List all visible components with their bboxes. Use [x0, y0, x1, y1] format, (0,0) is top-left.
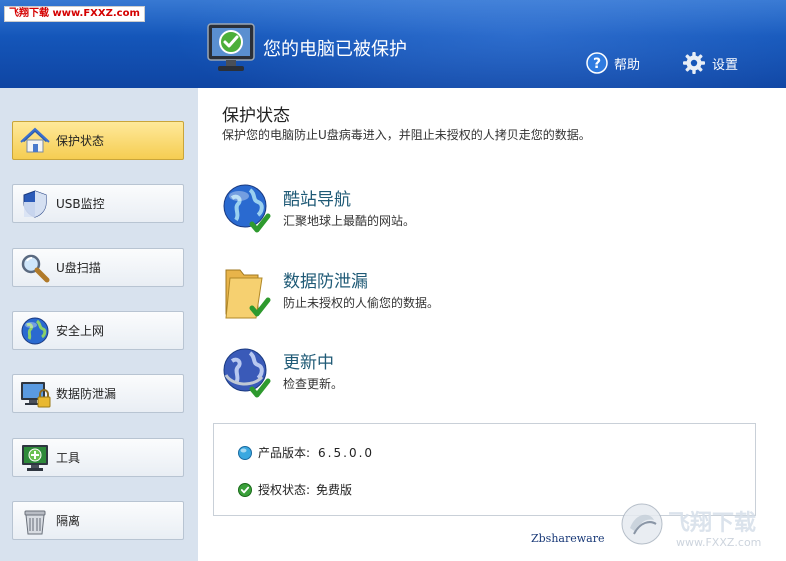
feature-desc: 汇聚地球上最酷的网站。 — [283, 214, 416, 228]
sidebar-item-label: U盘扫描 — [56, 261, 101, 275]
sidebar-item-safe-browsing[interactable]: 安全上网 — [12, 311, 184, 350]
sidebar-item-label: 安全上网 — [56, 324, 105, 338]
globe-icon — [21, 317, 49, 344]
page-subtitle: 保护您的电脑防止U盘病毒进入，并阻止未授权的人拷贝走您的数据。 — [222, 128, 591, 142]
settings-label: 设置 — [712, 57, 739, 73]
trash-bin-icon — [24, 510, 46, 534]
check-circle-icon — [238, 482, 252, 497]
zbshareware-link[interactable]: Zbshareware — [531, 532, 604, 545]
feature-cool-sites: 酷站导航 汇聚地球上最酷的网站。 — [222, 182, 622, 242]
folder-check-icon — [225, 269, 271, 319]
sidebar-item-protection-status[interactable]: 保护状态 — [12, 121, 184, 160]
globe-check-icon — [223, 184, 271, 233]
help-icon: ? — [586, 52, 608, 74]
header-bar: 飞翔下载 www.FXXZ.com 您的电脑已被保护 ? 帮助 设置 — [0, 0, 786, 88]
shield-icon — [23, 189, 47, 218]
sidebar-item-label: 保护状态 — [56, 134, 105, 148]
sidebar-item-data-leak-prevention[interactable]: 数据防泄漏 — [12, 374, 184, 413]
license-label: 授权状态: — [258, 483, 311, 497]
license-value: 免费版 — [316, 483, 353, 497]
fxxz-watermark-logo: 飞翔下载 www.FXXZ.com — [621, 503, 761, 549]
sidebar-item-label: 数据防泄漏 — [56, 387, 117, 401]
version-value: 6.5.0.0 — [318, 445, 375, 460]
gear-icon — [683, 52, 705, 74]
house-shield-icon — [20, 127, 50, 152]
feature-title: 酷站导航 — [283, 190, 351, 210]
license-row: 授权状态: 免费版 — [238, 481, 352, 498]
svg-text:?: ? — [593, 56, 601, 72]
help-button[interactable]: ? 帮助 — [586, 50, 640, 76]
feature-title: 更新中 — [283, 353, 334, 373]
watermark-cn-text: 飞翔下载 — [668, 510, 756, 536]
info-dot-icon — [238, 445, 252, 460]
watermark-badge: 飞翔下载 www.FXXZ.com — [4, 6, 145, 22]
watermark-url-text: www.FXXZ.com — [676, 536, 761, 549]
monitor-lock-icon — [21, 381, 51, 407]
help-label: 帮助 — [614, 57, 641, 73]
sidebar-item-label: 工具 — [56, 451, 81, 465]
protected-monitor-icon — [207, 23, 255, 71]
sidebar-item-label: 隔离 — [56, 514, 81, 528]
sidebar-item-label: USB监控 — [56, 197, 105, 211]
main-panel: 保护状态 保护您的电脑防止U盘病毒进入，并阻止未授权的人拷贝走您的数据。 酷站导… — [198, 88, 786, 561]
sidebar-item-tools[interactable]: 工具 — [12, 438, 184, 477]
feature-data-leak: 数据防泄漏 防止未授权的人偷您的数据。 — [222, 264, 622, 324]
settings-button[interactable]: 设置 — [682, 50, 738, 76]
feature-title: 数据防泄漏 — [283, 272, 368, 292]
feature-updating: 更新中 检查更新。 — [222, 345, 622, 405]
version-row: 产品版本: 6.5.0.0 — [238, 444, 374, 461]
page-title: 保护状态 — [222, 106, 290, 126]
monitor-tools-icon — [22, 444, 48, 471]
feature-desc: 防止未授权的人偷您的数据。 — [283, 296, 440, 310]
sidebar-item-quarantine[interactable]: 隔离 — [12, 501, 184, 540]
sidebar-item-u-disk-scan[interactable]: U盘扫描 — [12, 248, 184, 287]
app-window: 飞翔下载 www.FXXZ.com 您的电脑已被保护 ? 帮助 设置 保护状态 … — [0, 0, 786, 561]
feature-desc: 检查更新。 — [283, 377, 344, 391]
magnifier-icon — [21, 254, 50, 282]
sidebar-item-usb-monitor[interactable]: USB监控 — [12, 184, 184, 223]
version-label: 产品版本: — [258, 446, 311, 460]
globe-update-check-icon — [223, 348, 271, 398]
sidebar: 保护状态 USB监控 U盘扫描 安全上网 数据防泄漏 工具 隔离 — [0, 88, 198, 561]
protection-status-title: 您的电脑已被保护 — [263, 39, 407, 60]
